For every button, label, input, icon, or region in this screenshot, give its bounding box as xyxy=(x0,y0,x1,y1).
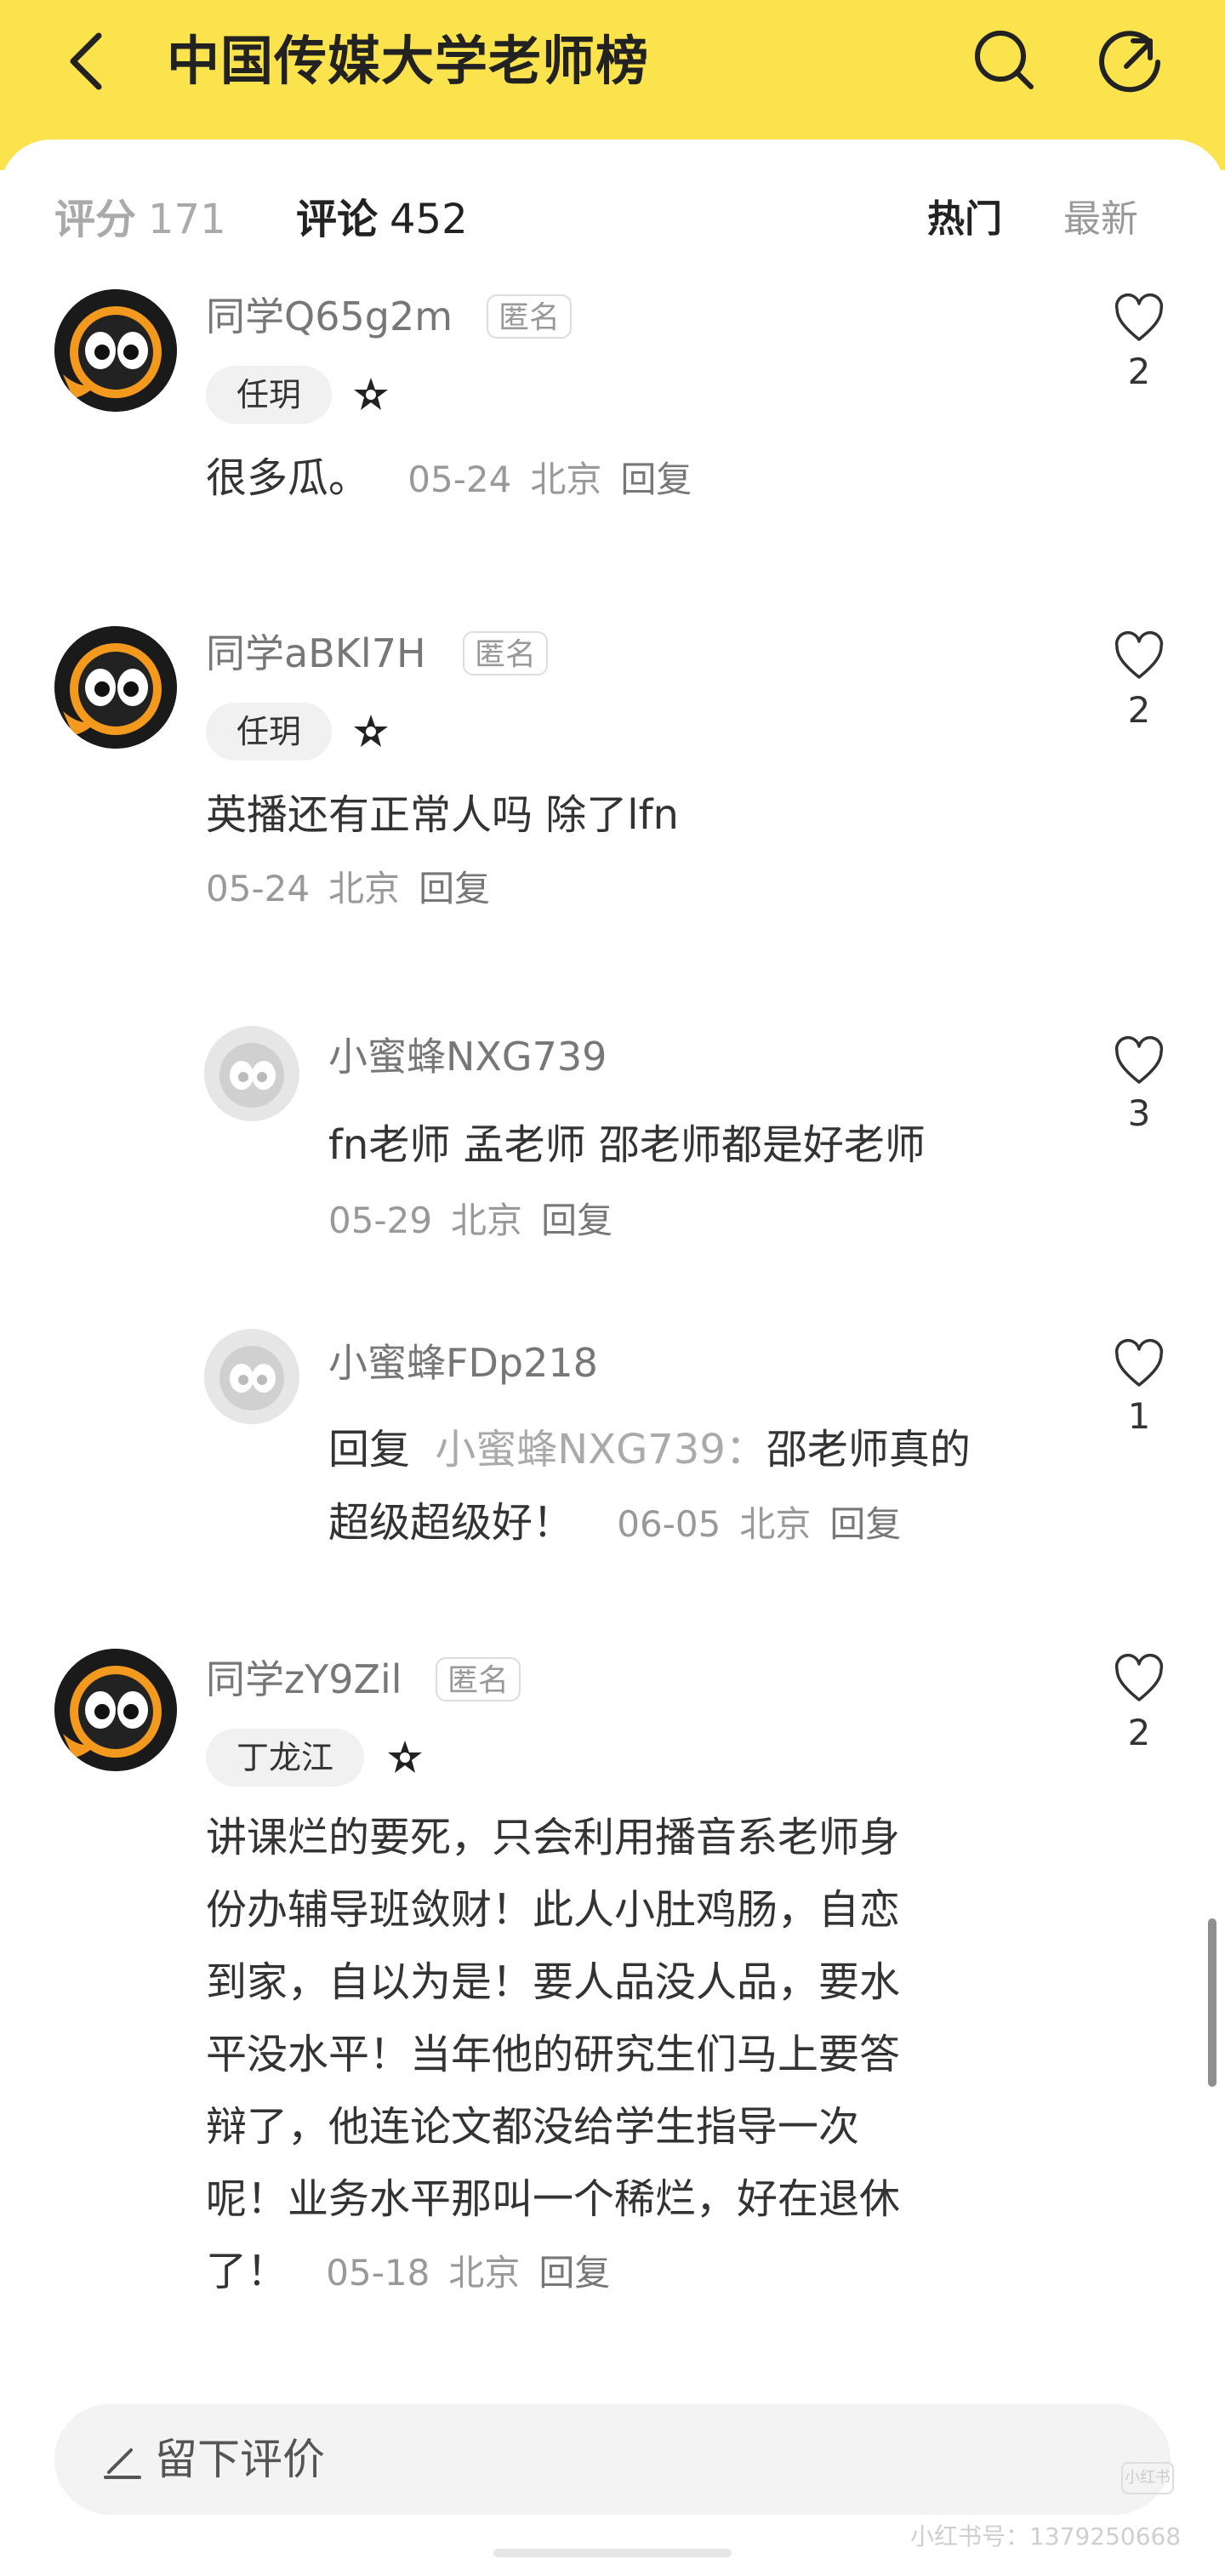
avatar-default-icon xyxy=(204,1329,299,1424)
comment-text-line: 份办辅导班敛财！此人小肚鸡肠，自恋 xyxy=(206,1886,901,1934)
rating-badge-icon xyxy=(388,1741,422,1773)
avatar-owl-icon xyxy=(54,289,177,412)
comment-date: 05-24 xyxy=(407,459,512,500)
share-icon[interactable] xyxy=(1094,24,1165,95)
sort-new[interactable]: 最新 xyxy=(1063,189,1138,250)
avatar-default-icon xyxy=(204,1026,299,1121)
reply-meta: 05-29 北京 回复 xyxy=(328,1184,631,1257)
comment-location: 北京 xyxy=(530,459,602,500)
heart-icon[interactable] xyxy=(1114,1654,1165,1705)
tab-rating-label: 评分 xyxy=(54,196,137,243)
reply-text-line1: 邵老师真的 xyxy=(766,1426,971,1473)
reply-text: fn老师 孟老师 邵老师都是好老师 xyxy=(328,1121,926,1169)
rating-badge-icon xyxy=(354,378,388,410)
like-count: 2 xyxy=(1127,350,1151,392)
watermark-logo: 小红书 xyxy=(1121,2462,1174,2494)
tab-comments-count: 452 xyxy=(390,196,468,243)
like-count: 2 xyxy=(1127,689,1151,731)
comment-meta: 05-24 北京 回复 xyxy=(206,852,509,925)
avatar[interactable] xyxy=(54,289,177,412)
like-count: 2 xyxy=(1127,1712,1151,1753)
home-indicator[interactable] xyxy=(493,2549,732,2557)
comment-text-line: 平没水平！当年他的研究生们马上要答 xyxy=(206,2031,901,2078)
reply-date: 05-29 xyxy=(328,1200,433,1241)
referenced-user[interactable]: 小蜜蜂NXG739： xyxy=(435,1426,766,1473)
page-title: 中国传媒大学老师榜 xyxy=(167,30,650,92)
comment-location: 北京 xyxy=(328,868,401,909)
comment-text-line: 到家，自以为是！要人品没人品，要水 xyxy=(206,1958,901,2006)
reply-button[interactable]: 回复 xyxy=(419,868,490,909)
reply-username[interactable]: 小蜜蜂NXG739 xyxy=(328,1031,607,1082)
reply-location: 北京 xyxy=(739,1503,812,1545)
like-count: 1 xyxy=(1127,1395,1151,1437)
comment-text-line: 讲课烂的要死，只会利用播音系老师身 xyxy=(206,1814,901,1861)
tab-comments-label: 评论 xyxy=(296,196,379,243)
comment-text-line: 了！ xyxy=(206,2248,288,2295)
avatar[interactable] xyxy=(54,626,177,749)
heart-icon[interactable] xyxy=(1114,1339,1165,1390)
avatar-owl-icon xyxy=(54,626,177,749)
reply-text-line2: 超级超级好！ xyxy=(328,1499,574,1547)
comment-username[interactable]: 同学Q65g2m xyxy=(206,291,453,342)
pen-icon xyxy=(104,2448,141,2479)
comment-location: 北京 xyxy=(448,2252,521,2294)
teacher-tag[interactable]: 任玥 xyxy=(206,366,333,424)
teacher-tag[interactable]: 任玥 xyxy=(206,703,333,761)
comment-text: 很多瓜。 xyxy=(206,454,370,502)
teacher-tag[interactable]: 丁龙江 xyxy=(206,1729,365,1787)
reply-location: 北京 xyxy=(451,1200,523,1241)
avatar[interactable] xyxy=(204,1026,299,1121)
reply-date: 06-05 xyxy=(617,1503,721,1545)
anonymous-badge: 匿名 xyxy=(463,631,549,675)
comment-username[interactable]: 同学zY9Zil xyxy=(206,1654,402,1705)
comment-meta: 05-24 北京 回复 xyxy=(407,459,710,500)
comment-date: 05-24 xyxy=(206,868,311,909)
search-icon[interactable] xyxy=(970,26,1038,94)
comment-text: 英播还有正常人吗 除了lfn xyxy=(206,791,679,839)
anonymous-badge: 匿名 xyxy=(487,294,573,339)
heart-icon[interactable] xyxy=(1114,294,1165,345)
reply-text: 回复 小蜜蜂NXG739：邵老师真的 xyxy=(328,1414,971,1486)
tab-comments[interactable]: 评论 452 xyxy=(296,189,468,250)
avatar[interactable] xyxy=(54,1649,177,1771)
like-count: 3 xyxy=(1127,1092,1151,1134)
scrollbar[interactable] xyxy=(1208,1918,1216,2087)
reply-meta: 06-05 北京 回复 xyxy=(617,1503,920,1545)
reply-prefix: 回复 xyxy=(328,1426,411,1473)
tab-rating[interactable]: 评分 171 xyxy=(54,189,226,250)
input-placeholder: 留下评价 xyxy=(155,2435,325,2484)
comment-date: 05-18 xyxy=(326,2252,430,2294)
avatar-owl-icon xyxy=(54,1649,177,1771)
chevron-left-icon[interactable] xyxy=(61,31,112,92)
comment-text-last: 了！ 05-18 北京 回复 xyxy=(206,2236,629,2309)
comment-body: 很多瓜。 05-24 北京 回复 xyxy=(206,442,710,516)
rating-badge-icon xyxy=(354,715,388,747)
review-input[interactable]: 留下评价 xyxy=(54,2404,1171,2515)
anonymous-badge: 匿名 xyxy=(436,1657,521,1701)
reply-button[interactable]: 回复 xyxy=(620,459,692,500)
comment-text-line: 辩了，他连论文都没给学生指导一次 xyxy=(206,2103,860,2151)
avatar[interactable] xyxy=(204,1329,299,1424)
sort-hot[interactable]: 热门 xyxy=(927,189,1002,250)
heart-icon[interactable] xyxy=(1114,631,1165,682)
reply-text-line: 超级超级好！ 06-05 北京 回复 xyxy=(328,1487,920,1560)
comment-meta: 05-18 北京 回复 xyxy=(326,2252,629,2294)
reply-button[interactable]: 回复 xyxy=(538,2252,610,2294)
watermark-text: 小红书号：1379250668 xyxy=(910,2522,1182,2550)
comment-username[interactable]: 同学aBKl7H xyxy=(206,628,426,679)
tab-rating-count: 171 xyxy=(148,196,226,243)
reply-button[interactable]: 回复 xyxy=(541,1200,612,1241)
reply-username[interactable]: 小蜜蜂FDp218 xyxy=(328,1337,598,1388)
heart-icon[interactable] xyxy=(1114,1036,1165,1087)
comment-text-line: 呢！业务水平那叫一个稀烂，好在退休 xyxy=(206,2175,901,2223)
reply-button[interactable]: 回复 xyxy=(829,1503,901,1545)
